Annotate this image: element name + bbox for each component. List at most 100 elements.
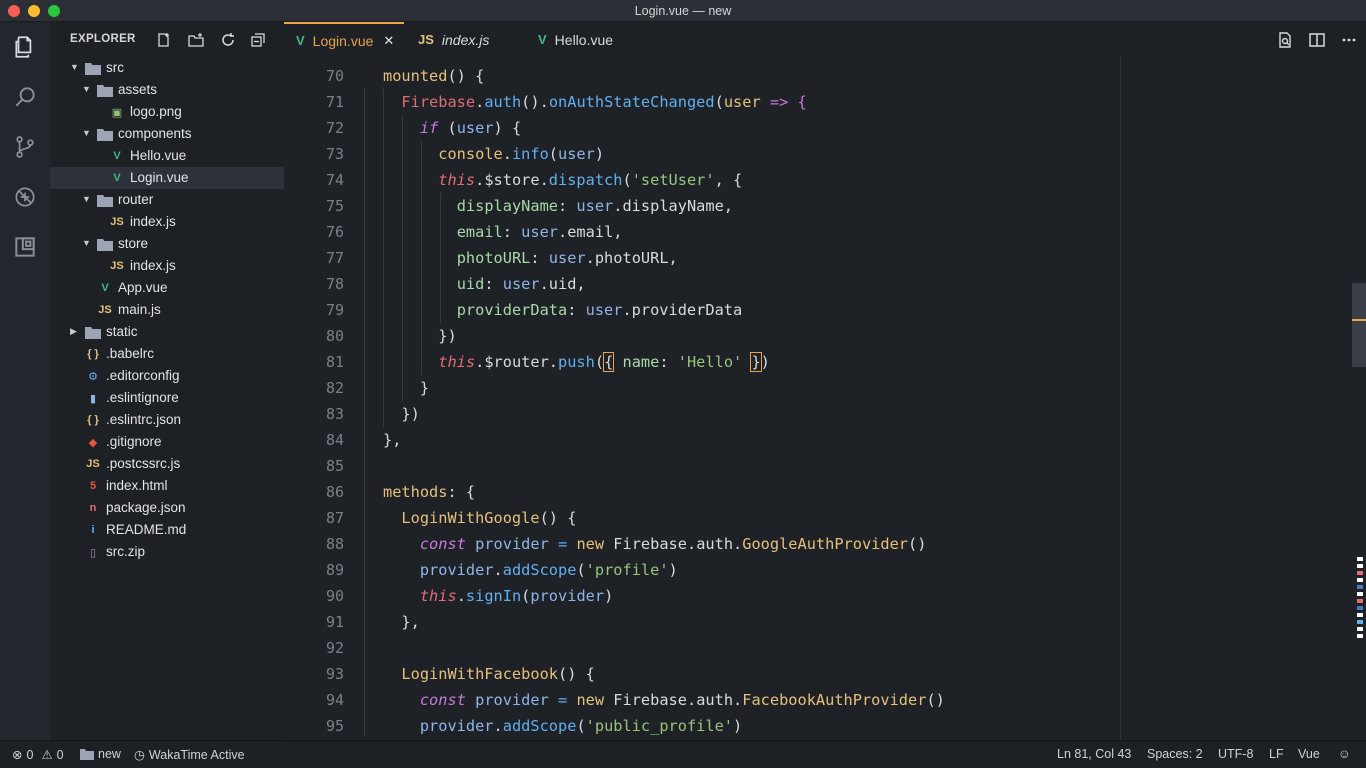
code-line[interactable]: } — [383, 375, 945, 401]
code-line[interactable]: photoURL: user.photoURL, — [383, 245, 945, 271]
code-line[interactable]: LoginWithFacebook() { — [383, 661, 945, 687]
vertical-scrollbar[interactable] — [1352, 283, 1366, 367]
code-line[interactable]: Firebase.auth().onAuthStateChanged(user … — [383, 89, 945, 115]
line-ending-setting[interactable]: LF — [1269, 747, 1284, 761]
tree-folder[interactable]: ▼ assets — [50, 79, 284, 101]
more-actions-icon[interactable] — [1340, 31, 1358, 49]
tree-label: router — [118, 192, 154, 207]
refresh-icon[interactable] — [220, 32, 236, 48]
code-line[interactable]: provider.addScope('public_profile') — [383, 713, 945, 739]
code-line[interactable]: uid: user.uid, — [383, 271, 945, 297]
code-line[interactable]: provider.addScope('profile') — [383, 557, 945, 583]
code-line[interactable]: }) — [383, 323, 945, 349]
wakatime-status[interactable]: ◷ WakaTime Active — [134, 747, 245, 763]
extensions-icon[interactable] — [12, 234, 38, 260]
collapse-all-icon[interactable] — [250, 32, 266, 48]
code-editor[interactable]: 70 71 72 73 74 75 76 77 78 79 80 81 82 83 84 85 86 87 88 89… — [284, 57, 1366, 740]
code-token: : — [558, 197, 577, 215]
code-line[interactable]: this.$router.push({ name: 'Hello' }) — [383, 349, 945, 375]
tree-file[interactable]: n package.json — [50, 497, 284, 519]
chevron-down-icon[interactable]: ▼ — [82, 194, 92, 204]
code-lines[interactable]: mounted() { Firebase.auth().onAuthStateC… — [383, 63, 945, 739]
tree-folder[interactable]: ▼ components — [50, 123, 284, 145]
tree-file[interactable]: V App.vue — [50, 277, 284, 299]
code-line[interactable]: displayName: user.displayName, — [383, 193, 945, 219]
tab-hello-vue[interactable]: V Hello.vue — [524, 22, 644, 57]
line-number: 87 — [325, 509, 344, 527]
line-number: 92 — [325, 639, 344, 657]
code-line[interactable]: mounted() { — [383, 63, 945, 89]
code-line[interactable] — [383, 635, 945, 661]
code-token: () — [926, 691, 945, 709]
close-icon[interactable]: ✕ — [383, 33, 394, 49]
tree-file[interactable]: JS main.js — [50, 299, 284, 321]
code-line[interactable]: LoginWithGoogle() { — [383, 505, 945, 531]
chevron-down-icon[interactable]: ▼ — [70, 62, 80, 72]
tree-file[interactable]: ▣ logo.png — [50, 101, 284, 123]
new-file-icon[interactable] — [156, 32, 172, 48]
tree-file[interactable]: i README.md — [50, 519, 284, 541]
line-number: 81 — [325, 353, 344, 371]
feedback-icon[interactable]: ☺ — [1338, 747, 1351, 761]
workspace-folder[interactable]: new — [80, 747, 121, 761]
code-line[interactable]: }, — [383, 427, 945, 453]
tree-folder[interactable]: ▼ store — [50, 233, 284, 255]
tree-file[interactable]: ▯ src.zip — [50, 541, 284, 563]
tree-file[interactable]: 5 index.html — [50, 475, 284, 497]
line-number: 78 — [325, 275, 344, 293]
indentation-setting[interactable]: Spaces: 2 — [1147, 747, 1203, 761]
tree-folder[interactable]: ▶ static — [50, 321, 284, 343]
cursor-position[interactable]: Ln 81, Col 43 — [1057, 747, 1131, 761]
chevron-down-icon[interactable]: ▼ — [82, 84, 92, 94]
code-line[interactable] — [383, 453, 945, 479]
tree-file[interactable]: V Hello.vue — [50, 145, 284, 167]
encoding-setting[interactable]: UTF-8 — [1218, 747, 1253, 761]
tree-file[interactable]: ⚙ .editorconfig — [50, 365, 284, 387]
debug-icon[interactable] — [12, 184, 38, 210]
code-token: uid — [456, 275, 485, 293]
tree-file[interactable]: JS index.js — [50, 211, 284, 233]
tree-folder[interactable]: ▼ src — [50, 57, 284, 79]
code-line[interactable]: methods: { — [383, 479, 945, 505]
json-file-icon: { } — [87, 348, 99, 360]
source-control-icon[interactable] — [12, 134, 38, 160]
tree-file[interactable]: ◆ .gitignore — [50, 431, 284, 453]
code-line[interactable]: }) — [383, 401, 945, 427]
code-line[interactable]: this.signIn(provider) — [383, 583, 945, 609]
open-changes-icon[interactable] — [1276, 31, 1294, 49]
tree-file[interactable]: { } .babelrc — [50, 343, 284, 365]
code-token: this — [438, 353, 476, 371]
tree-file[interactable]: V Login.vue — [50, 167, 284, 189]
chevron-down-icon[interactable]: ▼ — [82, 128, 92, 138]
code-line[interactable]: providerData: user.providerData — [383, 297, 945, 323]
language-mode[interactable]: Vue — [1298, 747, 1320, 761]
tree-folder[interactable]: ▼ router — [50, 189, 284, 211]
split-editor-icon[interactable] — [1308, 31, 1326, 49]
code-line[interactable]: const provider = new Firebase.auth.Faceb… — [383, 687, 945, 713]
code-line[interactable]: const provider = new Firebase.auth.Googl… — [383, 531, 945, 557]
code-line[interactable]: }, — [383, 609, 945, 635]
tab-login-vue[interactable]: V Login.vue ✕ — [284, 22, 404, 57]
code-token: . — [475, 93, 485, 111]
code-line[interactable]: if (user) { — [383, 115, 945, 141]
tab-index-js[interactable]: JS index.js — [404, 22, 524, 57]
chevron-down-icon[interactable]: ▼ — [82, 238, 92, 248]
code-token: LoginWithFacebook — [401, 665, 558, 683]
problems-indicator[interactable]: ⊗ 0 ⚠ 0 — [12, 747, 64, 763]
line-number: 89 — [325, 561, 344, 579]
tree-file[interactable]: JS index.js — [50, 255, 284, 277]
tree-label: .editorconfig — [106, 368, 180, 383]
code-line[interactable]: console.info(user) — [383, 141, 945, 167]
chevron-right-icon[interactable]: ▶ — [70, 326, 80, 337]
tree-file[interactable]: JS .postcssrc.js — [50, 453, 284, 475]
new-folder-icon[interactable] — [188, 32, 204, 48]
code-token: name — [622, 353, 660, 371]
tree-file[interactable]: ▮ .eslintignore — [50, 387, 284, 409]
explorer-icon[interactable] — [12, 34, 38, 60]
search-icon[interactable] — [12, 84, 38, 110]
tree-file[interactable]: { } .eslintrc.json — [50, 409, 284, 431]
code-line[interactable]: email: user.email, — [383, 219, 945, 245]
code-line[interactable]: this.$store.dispatch('setUser', { — [383, 167, 945, 193]
